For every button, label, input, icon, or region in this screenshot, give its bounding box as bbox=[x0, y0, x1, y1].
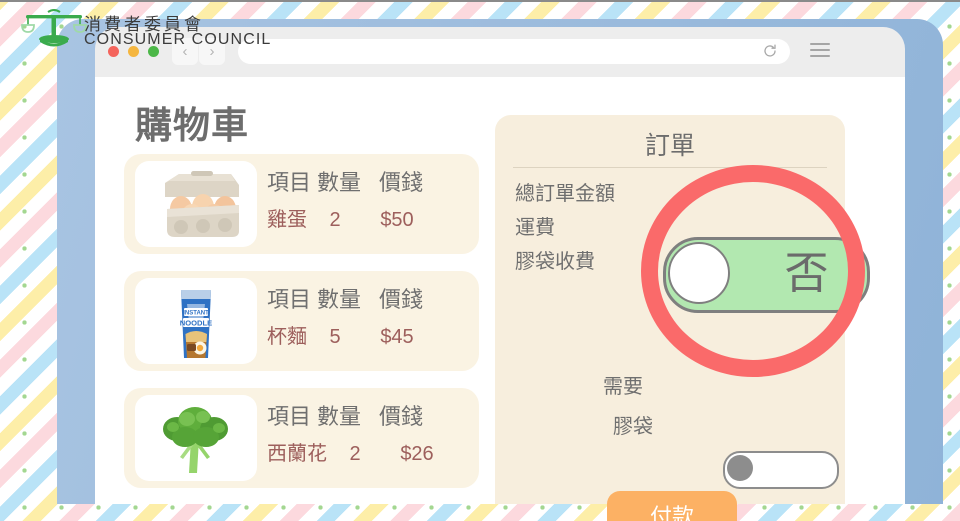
column-header-name: 項目 bbox=[267, 170, 312, 195]
top-border-line bbox=[0, 0, 960, 2]
item-price: $26 bbox=[400, 443, 434, 465]
screenshot-stage: ‹ › 購物車 項目 數量 價錢 雞蛋 2 $50 INSTANT NOODLE… bbox=[0, 0, 960, 521]
item-detail-table: 項目 數量 價錢 杯麵 5 $45 bbox=[267, 281, 475, 355]
item-qty: 2 bbox=[329, 209, 341, 231]
item-table-header: 項目 數量 價錢 bbox=[267, 164, 475, 202]
item-qty: 2 bbox=[349, 443, 361, 465]
order-panel-title: 訂單 bbox=[644, 132, 695, 160]
logo-english-name: CONSUMER COUNCIL bbox=[84, 31, 272, 48]
option-label-plastic-bag: 膠袋 bbox=[613, 416, 653, 438]
column-header-name: 項目 bbox=[267, 287, 312, 312]
item-table-values: 西蘭花 2 $26 bbox=[267, 436, 475, 472]
pay-button[interactable]: 付款 bbox=[607, 491, 737, 521]
cart-item-row[interactable]: 項目 數量 價錢 西蘭花 2 $26 bbox=[124, 388, 479, 488]
item-price: $45 bbox=[380, 326, 414, 348]
svg-text:NOODLE: NOODLE bbox=[180, 318, 213, 327]
item-name: 雞蛋 bbox=[267, 209, 307, 231]
menu-line-1 bbox=[810, 43, 830, 45]
secondary-toggle-switch[interactable] bbox=[723, 451, 839, 489]
plastic-bag-toggle-label: 否 bbox=[784, 249, 829, 298]
menu-line-3 bbox=[810, 55, 830, 57]
svg-text:INSTANT: INSTANT bbox=[183, 311, 209, 317]
item-table-values: 杯麵 5 $45 bbox=[267, 319, 475, 355]
column-header-qty: 數量 bbox=[317, 404, 362, 429]
summary-line-shipping: 運費 bbox=[515, 217, 555, 239]
column-header-name: 項目 bbox=[267, 404, 312, 429]
menu-line-2 bbox=[810, 49, 830, 51]
item-table-header: 項目 數量 價錢 bbox=[267, 398, 475, 436]
column-header-price: 價錢 bbox=[379, 404, 424, 429]
page-title: 購物車 bbox=[135, 105, 249, 146]
cart-item-row[interactable]: INSTANT NOODLE 項目 數量 價錢 杯麵 5 $45 bbox=[124, 271, 479, 371]
balance-scale-icon bbox=[18, 8, 90, 50]
product-thumbnail bbox=[135, 161, 257, 247]
option-label-need: 需要 bbox=[603, 376, 643, 398]
egg-carton-icon bbox=[165, 171, 239, 237]
column-header-price: 價錢 bbox=[379, 287, 424, 312]
item-name: 西蘭花 bbox=[267, 443, 327, 465]
plastic-bag-toggle[interactable]: 否 bbox=[663, 237, 870, 313]
item-qty: 5 bbox=[329, 326, 341, 348]
cup-noodle-icon: INSTANT NOODLE bbox=[180, 290, 213, 358]
item-detail-table: 項目 數量 價錢 西蘭花 2 $26 bbox=[267, 398, 475, 472]
item-table-values: 雞蛋 2 $50 bbox=[267, 202, 475, 238]
item-price: $50 bbox=[380, 209, 414, 231]
cart-item-list: 項目 數量 價錢 雞蛋 2 $50 INSTANT NOODLE 項目 數量 價… bbox=[124, 154, 479, 505]
secondary-toggle-knob bbox=[727, 455, 753, 481]
item-detail-table: 項目 數量 價錢 雞蛋 2 $50 bbox=[267, 164, 475, 238]
url-bar[interactable] bbox=[238, 39, 790, 64]
column-header-qty: 數量 bbox=[317, 170, 362, 195]
reload-icon[interactable] bbox=[762, 43, 778, 59]
product-thumbnail bbox=[135, 395, 257, 481]
broccoli-icon bbox=[163, 407, 228, 473]
item-name: 杯麵 bbox=[267, 326, 307, 348]
order-title-divider bbox=[513, 167, 827, 168]
consumer-council-logo: 消費者委員會 CONSUMER COUNCIL bbox=[18, 6, 270, 52]
product-thumbnail: INSTANT NOODLE bbox=[135, 278, 257, 364]
item-table-header: 項目 數量 價錢 bbox=[267, 281, 475, 319]
column-header-price: 價錢 bbox=[379, 170, 424, 195]
hamburger-menu-icon[interactable] bbox=[810, 43, 830, 57]
plastic-bag-toggle-knob bbox=[668, 242, 730, 304]
summary-line-bag-fee: 膠袋收費 bbox=[515, 251, 595, 273]
column-header-qty: 數量 bbox=[317, 287, 362, 312]
summary-line-total: 總訂單金額 bbox=[515, 183, 615, 205]
cart-item-row[interactable]: 項目 數量 價錢 雞蛋 2 $50 bbox=[124, 154, 479, 254]
